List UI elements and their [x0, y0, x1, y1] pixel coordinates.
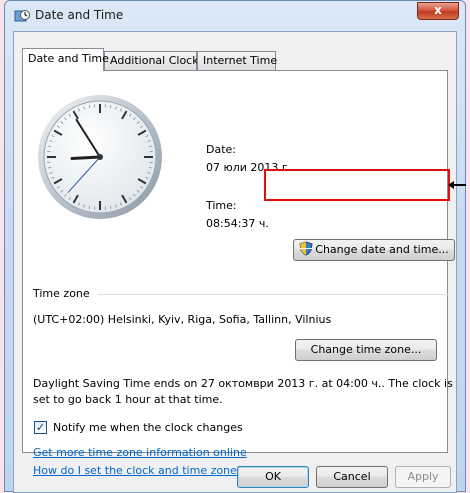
change-time-zone-button[interactable]: Change time zone... [295, 339, 437, 361]
close-icon: x [434, 3, 442, 17]
close-button[interactable]: x [417, 2, 459, 20]
change-date-time-button[interactable]: Change date and time... [293, 239, 455, 261]
time-value: 08:54:37 ч. [206, 217, 269, 230]
window-title: Date and Time [35, 8, 123, 22]
highlight-box [264, 169, 450, 201]
dialog-client: Date and Time Additional Clocks Internet… [13, 31, 457, 493]
date-time-window: Date and Time x Date and Time Additional… [4, 0, 466, 492]
time-label: Time: [206, 199, 237, 212]
shield-icon [299, 241, 313, 256]
arrow-head-icon [448, 181, 454, 189]
change-date-time-label: Change date and time... [315, 243, 448, 256]
notify-label[interactable]: Notify me when the clock changes [53, 421, 243, 434]
arrow-icon [452, 184, 466, 186]
time-zone-group-label: Time zone [33, 287, 90, 300]
dst-text-line-1: Daylight Saving Time ends on 27 октомври… [33, 377, 453, 390]
how-to-link[interactable]: How do I set the clock and time zone? [33, 464, 243, 477]
ok-button[interactable]: OK [237, 466, 309, 488]
tab-date-and-time[interactable]: Date and Time [22, 48, 104, 71]
check-icon: ✓ [36, 421, 45, 434]
dst-text-line-2: set to go back 1 hour at that time. [33, 393, 223, 406]
clock-icon [14, 8, 30, 24]
analog-clock [36, 93, 164, 221]
date-time-panel: Date: 07 юли 2013 г. Time: 08:54:37 ч. C… [22, 70, 448, 453]
tab-internet-time[interactable]: Internet Time [197, 51, 276, 70]
hour-hand [72, 157, 100, 158]
date-label: Date: [206, 143, 236, 156]
time-zone-value: (UTC+02:00) Helsinki, Kyiv, Riga, Sofia,… [33, 313, 331, 326]
more-info-link[interactable]: Get more time zone information online [33, 446, 247, 459]
tab-additional-clocks[interactable]: Additional Clocks [104, 51, 197, 70]
notify-checkbox[interactable]: ✓ [34, 421, 47, 434]
apply-button[interactable]: Apply [395, 466, 451, 488]
title-bar[interactable]: Date and Time x [5, 1, 465, 29]
cancel-button[interactable]: Cancel [316, 466, 388, 488]
group-divider [98, 294, 448, 295]
